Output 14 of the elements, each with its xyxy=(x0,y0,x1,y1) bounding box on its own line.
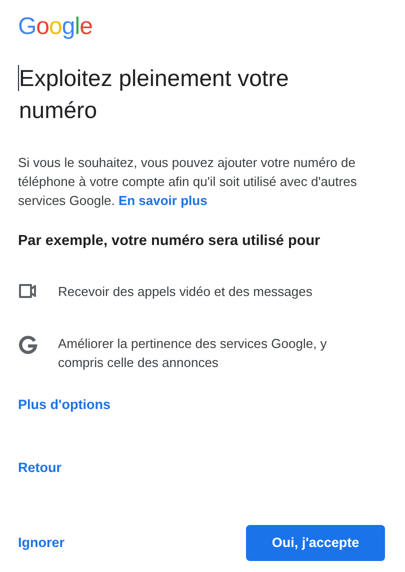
use-item-text: Améliorer la pertinence des services Google, y compris celle des annonces xyxy=(58,334,328,372)
use-item-text: Recevoir des appels vidéo et des messages xyxy=(58,282,314,301)
google-g-icon xyxy=(18,334,38,355)
learn-more-link[interactable]: En savoir plus xyxy=(118,193,208,208)
accept-button[interactable]: Oui, j'accepte xyxy=(246,525,385,562)
page-title: Exploitez pleinement votre numéro xyxy=(19,64,290,125)
back-link[interactable]: Retour xyxy=(18,458,62,478)
video-camera-icon xyxy=(18,282,38,299)
more-options-link[interactable]: Plus d'options xyxy=(18,394,110,415)
text-cursor xyxy=(18,65,19,91)
skip-button[interactable]: Ignorer xyxy=(18,525,65,562)
description-text: Si vous le souhaitez, vous pouvez ajouter votre numéro de téléphone à votre compte afin qu'il soit utilisé avec d'autres services Google. En savoir plus xyxy=(18,154,358,210)
google-logo: Google xyxy=(18,14,92,40)
subheading: Par exemple, votre numéro sera utilisé pour xyxy=(18,232,322,251)
